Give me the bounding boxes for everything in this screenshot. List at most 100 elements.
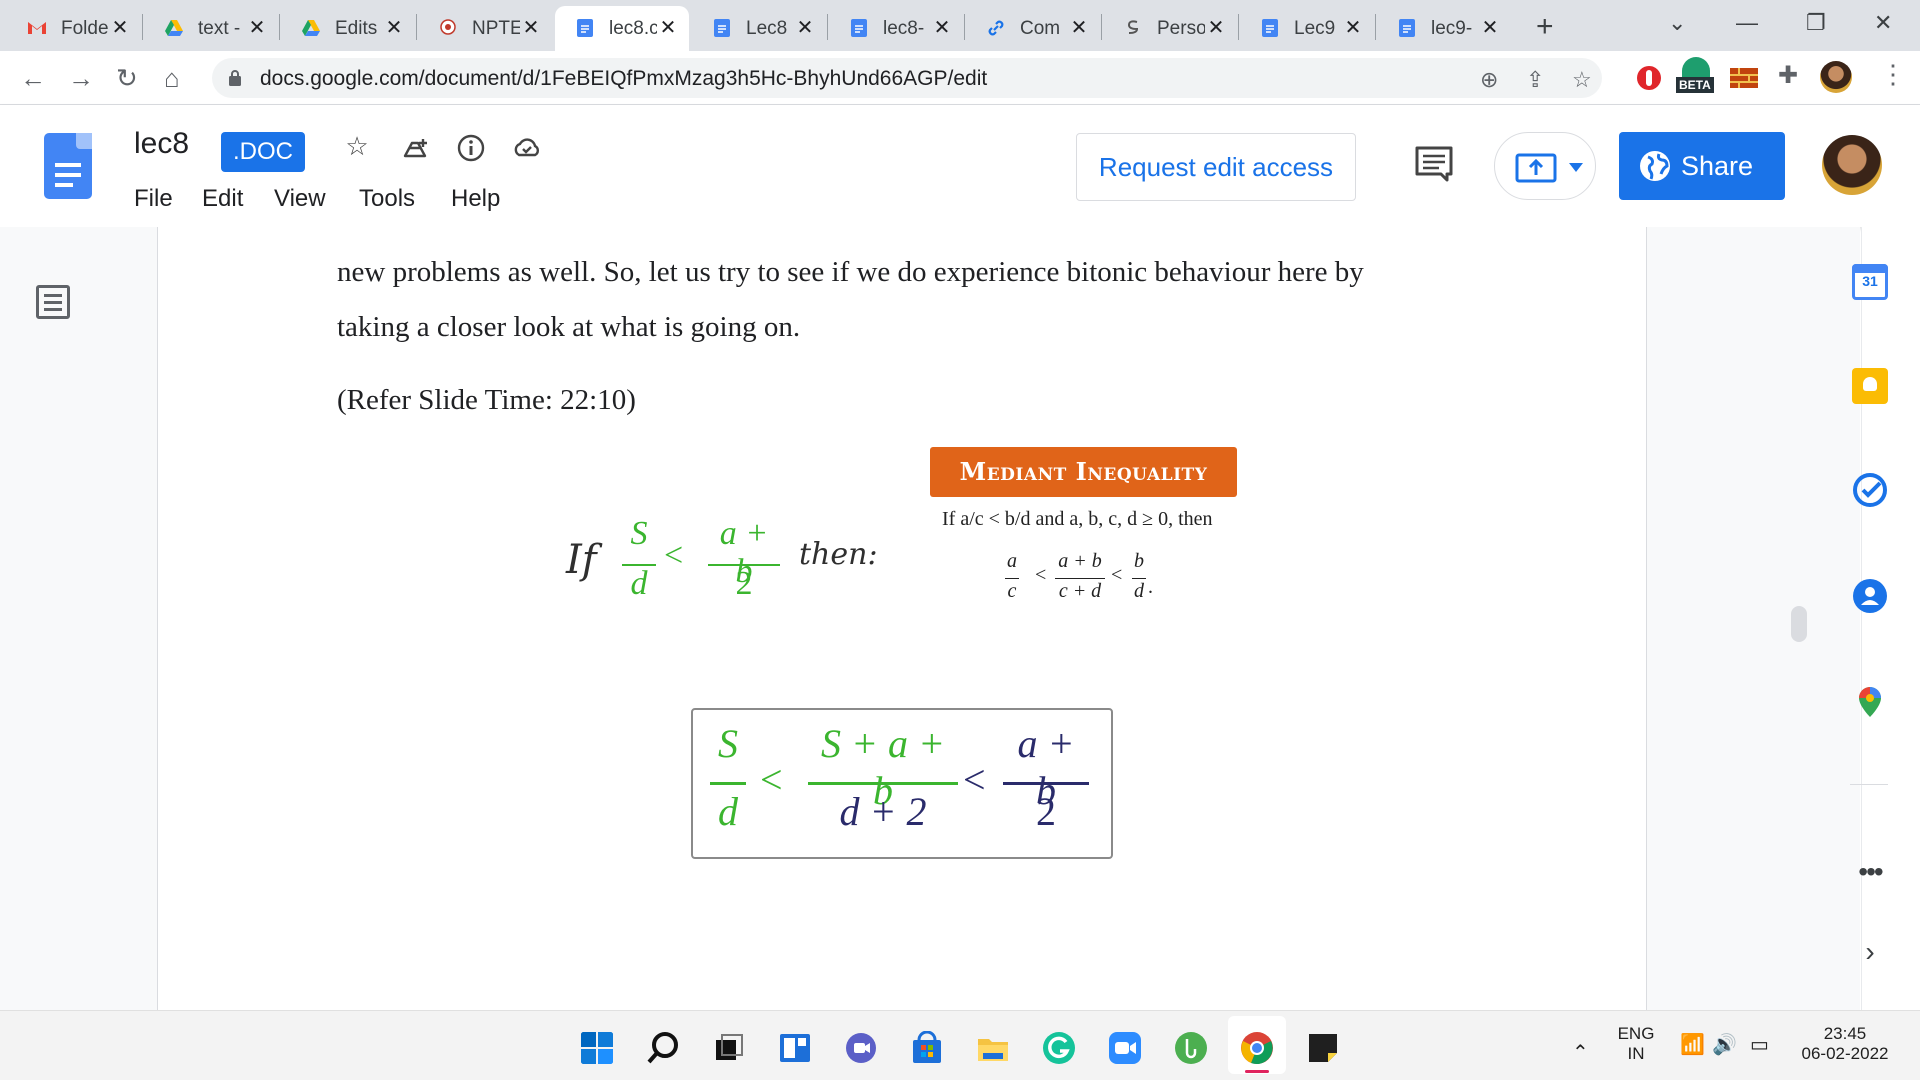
chrome-icon[interactable] [1240,1031,1274,1065]
mediant-apb: a + b [1058,550,1102,572]
task-view-icon[interactable] [712,1031,746,1065]
teams-chat-icon[interactable] [844,1031,878,1065]
back-button[interactable]: ← [20,63,46,94]
paragraph-line: taking a closer look at what is going on… [337,311,801,343]
browser-tab[interactable]: Lec8 ✕ [692,6,826,51]
search-icon[interactable] [646,1031,680,1065]
evernote-icon[interactable] [1174,1031,1208,1065]
clock-date: 06-02-2022 [1801,1044,1889,1063]
battery-icon[interactable]: ▭ [1750,1032,1769,1057]
docs-logo-icon[interactable] [44,133,92,199]
bookmark-star-icon[interactable]: ☆ [1572,67,1592,93]
present-button[interactable] [1494,132,1596,200]
close-tab-icon[interactable]: ✕ [1205,15,1227,40]
tab-search-icon[interactable]: ⌄ [1668,10,1686,36]
docs-icon [1260,18,1280,38]
star-icon[interactable]: ☆ [340,131,374,165]
widgets-icon[interactable] [778,1031,812,1065]
extensions-puzzle-icon[interactable]: ✚ [1778,61,1798,90]
cloud-saved-icon[interactable] [510,131,544,165]
microsoft-store-icon[interactable] [910,1031,944,1065]
browser-tab[interactable]: Perso ✕ [1103,6,1237,51]
add-to-drive-icon[interactable] [398,131,432,165]
language-indicator[interactable]: ENG IN [1616,1024,1656,1064]
extension-red-icon[interactable] [1636,64,1662,92]
close-tab-icon[interactable]: ✕ [246,15,268,40]
clock[interactable]: 23:45 06-02-2022 [1790,1024,1900,1064]
close-tab-icon[interactable]: ✕ [1068,15,1090,40]
menu-edit[interactable]: Edit [202,185,243,213]
info-icon[interactable] [454,131,488,165]
close-window-button[interactable]: ✕ [1874,10,1892,36]
browser-tab[interactable]: Folde ✕ [7,6,141,51]
browser-menu-icon[interactable]: ⋮ [1880,59,1906,90]
request-edit-access-button[interactable]: Request edit access [1076,133,1356,201]
browser-tab[interactable]: text - ✕ [144,6,278,51]
browser-tab[interactable]: Lec9 ✕ [1240,6,1374,51]
menu-view[interactable]: View [274,185,326,213]
sticky-notes-icon[interactable] [1306,1031,1340,1065]
zoom-icon-taskbar[interactable] [1108,1031,1142,1065]
account-avatar[interactable] [1822,135,1882,195]
close-tab-icon[interactable]: ✕ [383,15,405,40]
share-page-icon[interactable]: ⇪ [1526,67,1544,93]
close-tab-icon[interactable]: ✕ [109,15,131,40]
calendar-icon[interactable]: 31 [1852,264,1888,300]
close-tab-icon[interactable]: ✕ [794,15,816,40]
comments-icon[interactable] [1414,145,1454,183]
document-outline-icon[interactable] [36,285,70,319]
close-tab-icon[interactable]: ✕ [520,15,542,40]
grammarly-icon[interactable] [1042,1031,1076,1065]
address-bar[interactable]: docs.google.com/document/d/1FeBEIQfPmxMz… [212,58,1602,98]
browser-tab[interactable]: Com ✕ [966,6,1100,51]
zoom-icon[interactable]: ⊕ [1480,67,1498,93]
hyp-d: d [630,565,648,602]
tab-title: lec8.c [609,17,657,39]
minimize-button[interactable]: — [1736,10,1758,36]
contacts-icon[interactable] [1852,578,1888,614]
document-title[interactable]: lec8 [134,127,189,161]
browser-tab[interactable]: NPTE ✕ [418,6,552,51]
chrome-running-indicator [1245,1070,1269,1073]
browser-tab[interactable]: lec9- ✕ [1377,6,1511,51]
home-button[interactable]: ⌂ [164,63,180,94]
browser-tab[interactable]: lec8- ✕ [829,6,963,51]
menu-tools[interactable]: Tools [359,185,415,213]
restore-button[interactable]: ❐ [1806,10,1826,36]
reload-button[interactable]: ↻ [116,63,138,94]
tasks-icon[interactable] [1852,472,1888,508]
mediant-lt-1: < [1035,564,1047,586]
browser-tab[interactable]: Edits ✕ [281,6,415,51]
expand-panel-icon[interactable]: › [1852,936,1888,972]
menu-file[interactable]: File [134,185,173,213]
close-tab-icon[interactable]: ✕ [931,15,953,40]
maps-icon[interactable] [1852,684,1888,720]
mediant-cpd: c + d [1058,580,1102,602]
wifi-icon[interactable]: 📶 [1680,1032,1705,1057]
result-formula: S d < S + a + b d + 2 < a + b 2 [710,720,1110,850]
file-explorer-icon[interactable] [976,1031,1010,1065]
more-apps-icon[interactable]: ••• [1852,856,1888,892]
share-button[interactable]: Share [1619,132,1785,200]
present-dropdown-icon[interactable] [1569,163,1583,172]
volume-icon[interactable]: 🔊 [1712,1032,1737,1057]
extension-beta-icon[interactable]: BETA [1676,57,1716,99]
new-tab-button[interactable]: + [1536,10,1554,44]
vertical-scrollbar[interactable] [1791,606,1807,642]
docs-icon [712,18,732,38]
extension-brick-icon[interactable] [1730,68,1758,88]
forward-button[interactable]: → [68,63,94,94]
close-tab-icon[interactable]: ✕ [1342,15,1364,40]
keep-icon[interactable] [1852,368,1888,404]
profile-avatar[interactable] [1820,61,1852,93]
mediant-period: . [1148,576,1153,598]
hyp-two: 2 [735,565,753,602]
menu-help[interactable]: Help [451,185,500,213]
show-hidden-icons[interactable]: ⌃ [1572,1040,1589,1065]
close-tab-icon[interactable]: ✕ [1479,15,1501,40]
browser-tab[interactable]: lec8.c ✕ [555,6,689,51]
windows-start-icon[interactable] [580,1031,614,1065]
lock-icon [229,70,241,86]
tab-separator [1101,14,1102,40]
close-tab-icon[interactable]: ✕ [657,15,679,40]
